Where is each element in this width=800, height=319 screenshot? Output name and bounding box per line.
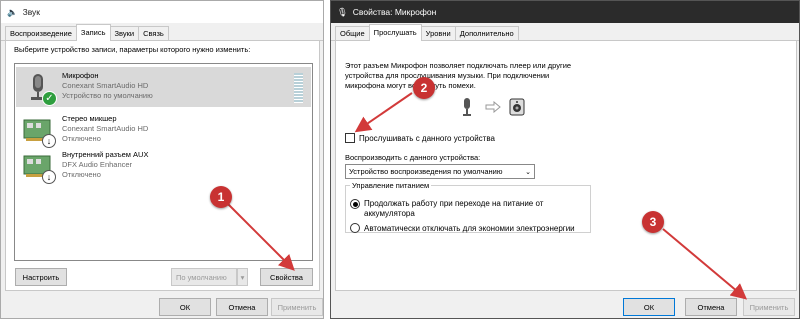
arrow-to-listen-checkbox [354, 92, 413, 133]
annotation-arrows [227, 92, 748, 300]
step-marker-3: 3 [642, 211, 664, 233]
step-marker-1: 1 [210, 186, 232, 208]
arrow-to-apply [662, 228, 748, 300]
arrow-to-properties [227, 203, 295, 271]
step-marker-2: 2 [413, 77, 435, 99]
